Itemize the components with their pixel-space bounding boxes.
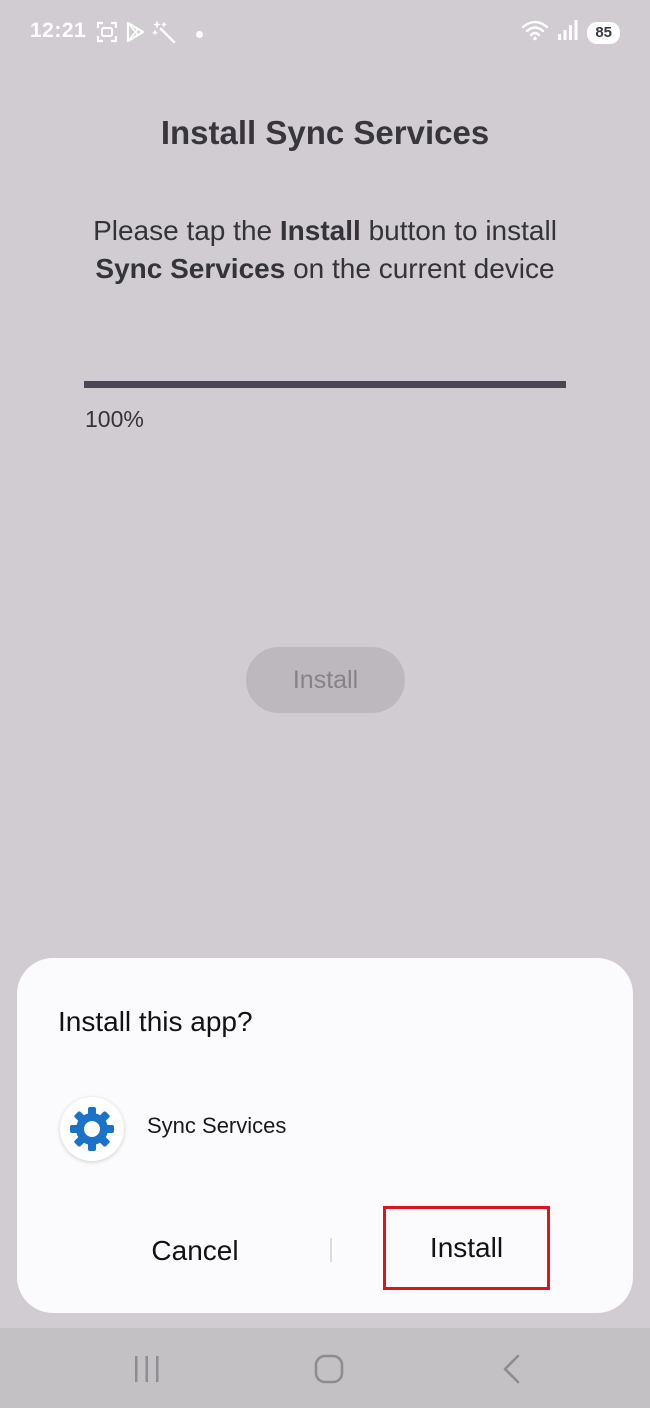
recents-icon[interactable] — [127, 1352, 167, 1386]
message-text: on the current device — [285, 253, 555, 284]
dot-icon — [196, 31, 203, 38]
status-time: 12:21 — [30, 19, 87, 42]
home-icon[interactable] — [309, 1352, 349, 1386]
navigation-bar — [0, 1328, 650, 1408]
wifi-icon — [521, 19, 549, 46]
message-text: button to install — [360, 215, 557, 246]
status-icons-right: 85 — [521, 19, 620, 46]
app-name: Sync Services — [147, 1113, 287, 1138]
battery-indicator: 85 — [587, 21, 620, 44]
message-bold-app-name: Sync Services — [95, 253, 286, 284]
gear-icon — [70, 1107, 114, 1151]
install-dialog: Install this app? Sync Services Cancel I… — [17, 958, 633, 1313]
magic-wand-icon — [152, 20, 176, 49]
page-title: Install Sync Services — [160, 114, 490, 151]
signal-icon — [557, 19, 579, 46]
status-bar: 12:21 85 — [0, 0, 650, 64]
app-icon — [60, 1097, 124, 1161]
progress-bar-fill — [84, 381, 566, 388]
message-bold-install: Install — [279, 215, 361, 246]
install-instructions: Please tap the Install button to install… — [40, 212, 610, 288]
button-divider — [330, 1238, 332, 1262]
message-text: Please tap the — [93, 215, 280, 246]
status-icons-left — [96, 20, 203, 49]
cancel-button[interactable]: Cancel — [95, 1223, 295, 1279]
progress-bar — [84, 381, 566, 388]
screenshot-icon — [96, 21, 118, 48]
progress-percentage: 100% — [85, 406, 144, 432]
play-store-icon — [124, 21, 146, 48]
back-icon[interactable] — [492, 1352, 532, 1386]
install-button-disabled[interactable]: Install — [246, 647, 405, 713]
dialog-title: Install this app? — [58, 1006, 253, 1037]
install-button[interactable]: Install — [383, 1206, 550, 1290]
